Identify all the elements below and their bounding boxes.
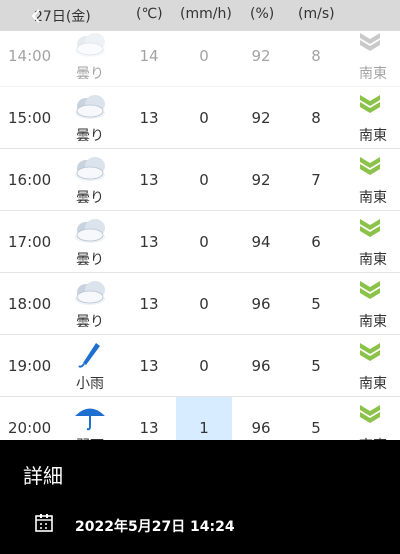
wind-direction-icon — [360, 405, 380, 423]
cloud-icon — [75, 95, 105, 119]
forecast-row: 19:00 小雨 13 0 96 5 南東 — [0, 335, 400, 397]
forecast-row: 15:00 曇り 13 0 92 8 南東 — [0, 87, 400, 149]
row-temp: 13 — [139, 419, 159, 437]
row-temp: 14 — [139, 47, 159, 65]
row-weather: 曇り — [76, 252, 104, 268]
row-direction: 南東 — [359, 128, 387, 144]
row-humidity: 96 — [251, 295, 271, 313]
row-temp: 13 — [139, 357, 159, 375]
table-header: 27日(金) (℃) (mm/h) (%) (m/s) — [0, 0, 400, 31]
row-humidity: 94 — [251, 233, 271, 251]
row-precip: 0 — [199, 233, 209, 251]
row-humidity: 96 — [251, 357, 271, 375]
forecast-row: 14:00 曇り 14 0 92 8 南東 — [0, 25, 400, 87]
wind-direction-icon — [360, 157, 380, 175]
back-arrow-icon[interactable] — [30, 9, 44, 23]
row-time: 18:00 — [8, 295, 52, 313]
row-humidity: 92 — [251, 171, 271, 189]
wind-direction-icon — [360, 219, 380, 237]
row-temp: 13 — [139, 171, 159, 189]
wind-direction-icon — [360, 95, 380, 113]
header-humidity-unit: (%) — [250, 6, 275, 22]
row-time: 16:00 — [8, 171, 52, 189]
row-weather: 曇り — [76, 190, 104, 206]
row-time: 15:00 — [8, 109, 52, 127]
row-weather: 曇り — [76, 128, 104, 144]
row-precip: 0 — [199, 47, 209, 65]
row-precip: 0 — [199, 109, 209, 127]
forecast-row: 17:00 曇り 13 0 94 6 南東 — [0, 211, 400, 273]
row-weather: 曇り — [76, 314, 104, 330]
row-humidity: 92 — [251, 109, 271, 127]
header-precip-unit: (mm/h) — [180, 6, 232, 22]
row-wind: 8 — [311, 47, 321, 65]
header-wind-unit: (m/s) — [298, 6, 335, 22]
details-sheet: 詳細 — [0, 440, 400, 554]
row-time: 14:00 — [8, 47, 52, 65]
cloud-icon — [75, 219, 105, 243]
row-direction: 南東 — [359, 190, 387, 206]
row-humidity: 96 — [251, 419, 271, 437]
wind-direction-icon — [360, 33, 380, 51]
row-wind: 5 — [311, 357, 321, 375]
wind-direction-icon — [360, 343, 380, 361]
row-wind: 8 — [311, 109, 321, 127]
row-time: 17:00 — [8, 233, 52, 251]
wind-direction-icon — [360, 281, 380, 299]
row-precip: 1 — [199, 419, 209, 437]
row-temp: 13 — [139, 233, 159, 251]
forecast-row: 18:00 曇り 13 0 96 5 南東 — [0, 273, 400, 335]
closed-umbrella-icon — [78, 343, 100, 368]
row-temp: 13 — [139, 109, 159, 127]
row-humidity: 92 — [251, 47, 271, 65]
header-temp-unit: (℃) — [136, 6, 163, 22]
cloud-icon — [75, 157, 105, 181]
row-wind: 7 — [311, 171, 321, 189]
forecast-row: 16:00 曇り 13 0 92 7 南東 — [0, 149, 400, 211]
sheet-title: 詳細 — [23, 464, 63, 488]
row-weather: 曇り — [76, 66, 104, 82]
row-weather: 小雨 — [76, 376, 104, 392]
row-precip: 0 — [199, 295, 209, 313]
row-direction: 南東 — [359, 252, 387, 268]
row-direction: 南東 — [359, 66, 387, 82]
row-time: 20:00 — [8, 419, 52, 437]
row-time: 19:00 — [8, 357, 52, 375]
row-direction: 南東 — [359, 376, 387, 392]
row-wind: 5 — [311, 295, 321, 313]
row-direction: 南東 — [359, 314, 387, 330]
umbrella-icon — [75, 408, 105, 431]
row-precip: 0 — [199, 357, 209, 375]
row-wind: 6 — [311, 233, 321, 251]
cloud-icon — [75, 281, 105, 305]
calendar-icon — [35, 514, 53, 532]
sheet-datetime: 2022年5月27日 14:24 — [75, 519, 235, 535]
row-precip: 0 — [199, 171, 209, 189]
cloud-icon — [75, 33, 105, 57]
row-temp: 13 — [139, 295, 159, 313]
row-wind: 5 — [311, 419, 321, 437]
